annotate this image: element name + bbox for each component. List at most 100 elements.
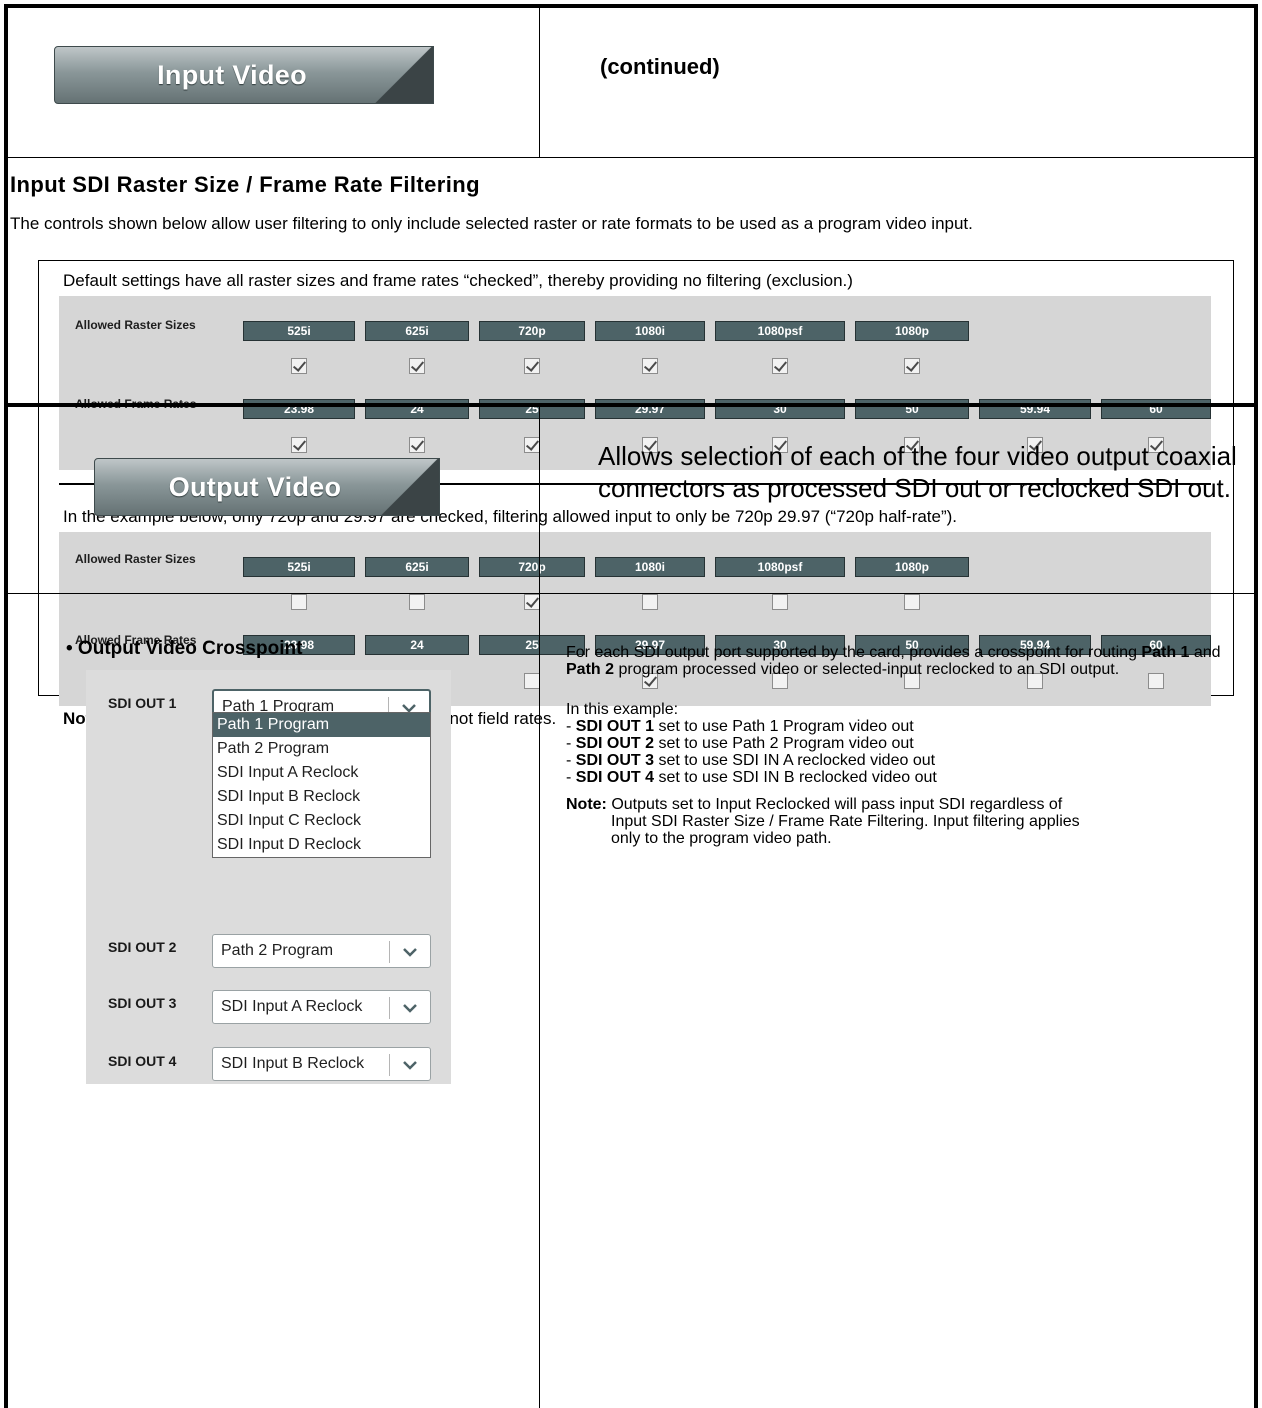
tab-notch (381, 459, 439, 515)
raster-size-checkbox[interactable] (524, 594, 540, 610)
column-divider (539, 8, 540, 158)
frame-rate-chip: 23.98 (243, 399, 355, 419)
select-separator (389, 941, 390, 963)
frame-rate-chip: 25 (479, 399, 585, 419)
raster-size-chip: 1080p (855, 321, 969, 341)
frame-rate-chip: 29.97 (595, 399, 705, 419)
raster-size-chip: 525i (243, 321, 355, 341)
desc-text: For each SDI output port supported by th… (566, 644, 1142, 661)
section-description: The controls shown below allow user filt… (10, 214, 973, 233)
output-note-line-3: only to the program video path. (611, 830, 832, 847)
example-bold: SDI OUT 3 (575, 752, 655, 769)
raster-sizes-label: Allowed Raster Sizes (75, 318, 196, 332)
raster-size-checkbox[interactable] (642, 594, 658, 610)
sdi-out-4-select[interactable]: SDI Input B Reclock (212, 1047, 431, 1081)
example-line-2: - SDI OUT 2 set to use Path 2 Program vi… (566, 735, 914, 752)
raster-size-checkbox[interactable] (904, 594, 920, 610)
output-video-description: Allows selection of each of the four vid… (598, 441, 1237, 503)
sdi-out-1-label: SDI OUT 1 (108, 695, 177, 711)
dropdown-option[interactable]: SDI Input C Reclock (213, 809, 430, 833)
desc-bold: Path 2 (566, 661, 615, 678)
sdi-out-2-select[interactable]: Path 2 Program (212, 934, 431, 968)
sdi-out-3-select[interactable]: SDI Input A Reclock (212, 990, 431, 1024)
frame-rate-chip: 24 (365, 399, 469, 419)
section-title: Input SDI Raster Size / Frame Rate Filte… (10, 172, 480, 197)
section-separator (8, 403, 1254, 407)
chevron-down-icon (403, 1061, 417, 1070)
raster-size-chip: 1080psf (715, 557, 845, 577)
output-note-line-1: Note: Outputs set to Input Reclocked wil… (566, 796, 1246, 813)
desc-text: program processed video or selected-inpu… (614, 661, 1120, 678)
frame-rate-chip: 30 (715, 399, 845, 419)
sdi-out-1-dropdown-list: Path 1 Program Path 2 Program SDI Input A … (212, 712, 431, 858)
header-row: Input Video (continued) (8, 8, 1254, 158)
frame-rate-chip: 50 (855, 399, 969, 419)
raster-size-chip: 1080p (855, 557, 969, 577)
frame-rate-chip: 60 (1101, 399, 1211, 419)
raster-size-chip: 720p (479, 321, 585, 341)
dropdown-option[interactable]: Path 1 Program (213, 713, 430, 737)
output-video-tab-label: Output Video (168, 471, 342, 502)
output-note-line-2: Input SDI Raster Size / Frame Rate Filte… (611, 813, 1080, 830)
sdi-out-4-label: SDI OUT 4 (108, 1053, 177, 1069)
frame-rate-checkbox[interactable] (524, 437, 540, 453)
example-text: set to use SDI IN A reclocked video out (654, 752, 936, 769)
raster-size-checkbox[interactable] (772, 594, 788, 610)
raster-size-chip: 625i (365, 557, 469, 577)
dropdown-option[interactable]: SDI Input B Reclock (213, 785, 430, 809)
raster-size-chip: 625i (365, 321, 469, 341)
example-intro: In this example: (566, 701, 679, 718)
example-bold: SDI OUT 1 (575, 718, 655, 735)
raster-size-checkbox[interactable] (772, 358, 788, 374)
raster-sizes-label: Allowed Raster Sizes (75, 552, 196, 566)
example-line-4: - SDI OUT 4 set to use SDI IN B reclocke… (566, 769, 937, 786)
raster-size-checkbox[interactable] (642, 358, 658, 374)
frame-rate-chip: 59.94 (979, 399, 1091, 419)
raster-size-checkbox[interactable] (524, 358, 540, 374)
note-text: Outputs set to Input Reclocked will pass… (606, 796, 1063, 813)
raster-size-checkbox[interactable] (291, 594, 307, 610)
example-text: set to use Path 2 Program video out (654, 735, 914, 752)
raster-size-chip: 1080i (595, 557, 705, 577)
raster-size-checkbox[interactable] (904, 358, 920, 374)
raster-size-chip: 1080psf (715, 321, 845, 341)
example-text: set to use Path 1 Program video out (654, 718, 914, 735)
example-line-1: - SDI OUT 1 set to use Path 1 Program vi… (566, 718, 914, 735)
chevron-down-icon (403, 948, 417, 957)
desc-text: and (1189, 644, 1221, 661)
row-divider (8, 593, 1254, 594)
frame-rate-checkbox[interactable] (291, 437, 307, 453)
sdi-out-2-value: Path 2 Program (221, 942, 334, 959)
frame-rate-checkbox[interactable] (524, 673, 540, 689)
input-video-tab-label: Input Video (157, 59, 307, 90)
column-divider (539, 407, 540, 1408)
tab-notch (375, 47, 433, 103)
sdi-out-3-label: SDI OUT 3 (108, 995, 177, 1011)
dropdown-option[interactable]: Path 2 Program (213, 737, 430, 761)
frame-rate-chip: 24 (365, 635, 469, 655)
page-frame: Input Video (continued) Input SDI Raster… (4, 4, 1258, 1408)
crosspoint-title: • Output Video Crosspoint (66, 638, 303, 659)
raster-size-chip: 1080i (595, 321, 705, 341)
frame-rate-checkbox[interactable] (409, 437, 425, 453)
example-bold: SDI OUT 2 (575, 735, 655, 752)
default-settings-text: Default settings have all raster sizes a… (63, 271, 853, 290)
desc-bold: Path 1 (1141, 644, 1190, 661)
sdi-out-3-value: SDI Input A Reclock (221, 998, 363, 1015)
select-separator (389, 997, 390, 1019)
raster-size-checkbox[interactable] (409, 358, 425, 374)
crosspoint-description: For each SDI output port supported by th… (566, 644, 1246, 678)
output-video-tab: Output Video (94, 458, 440, 516)
raster-size-chip: 525i (243, 557, 355, 577)
chevron-down-icon (403, 1004, 417, 1013)
raster-size-checkbox[interactable] (291, 358, 307, 374)
sdi-out-2-label: SDI OUT 2 (108, 939, 177, 955)
sdi-out-4-value: SDI Input B Reclock (221, 1055, 365, 1072)
example-line-3: - SDI OUT 3 set to use SDI IN A reclocke… (566, 752, 936, 769)
continued-label: (continued) (600, 54, 720, 79)
example-bold: SDI OUT 4 (575, 769, 655, 786)
dropdown-option[interactable]: SDI Input A Reclock (213, 761, 430, 785)
dropdown-option[interactable]: SDI Input D Reclock (213, 833, 430, 857)
raster-size-chip: 720p (479, 557, 585, 577)
raster-size-checkbox[interactable] (409, 594, 425, 610)
